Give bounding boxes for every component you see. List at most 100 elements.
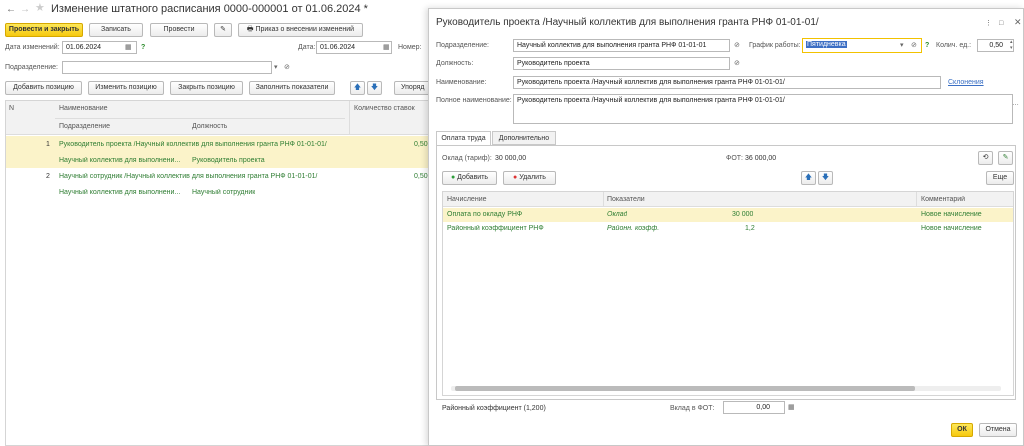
- more-actions-button[interactable]: Еще: [986, 171, 1014, 185]
- edit-button[interactable]: ✎: [998, 151, 1013, 165]
- scrollbar-thumb[interactable]: [455, 386, 915, 391]
- row-qty: 0,50: [414, 173, 428, 180]
- open-link-icon[interactable]: ⊘: [734, 58, 740, 69]
- col-name-header: Наименование: [59, 105, 108, 112]
- fullname-label: Полное наименование:: [436, 97, 512, 104]
- more-icon[interactable]: …: [1012, 98, 1019, 109]
- delete-accrual-button[interactable]: ● Удалить: [503, 171, 556, 185]
- header-divider: [349, 101, 350, 135]
- delete-icon: ●: [513, 174, 518, 181]
- row-position: Руководитель проекта: [192, 157, 265, 164]
- plus-icon: ●: [450, 174, 456, 181]
- more-menu-icon[interactable]: ⋮: [985, 18, 992, 29]
- row-number: 1: [46, 141, 50, 148]
- contribution-field[interactable]: 0,00: [723, 401, 785, 414]
- tab-additional[interactable]: Дополнительно: [492, 131, 556, 145]
- move-down-button[interactable]: 🡇: [818, 171, 833, 185]
- favorite-star-icon[interactable]: ★: [35, 3, 45, 14]
- col-dept-header: Подразделение: [59, 123, 111, 130]
- back-arrow-icon[interactable]: ←: [6, 4, 16, 15]
- maximize-icon[interactable]: □: [999, 18, 1003, 29]
- forward-arrow-icon[interactable]: →: [20, 4, 30, 15]
- accrual-name: Районный коэффициент РНФ: [447, 225, 544, 232]
- qty-field[interactable]: 0,50: [977, 39, 1014, 52]
- declension-link[interactable]: Склонения: [948, 79, 984, 86]
- indicator-name: Районн. коэфф.: [607, 225, 660, 232]
- open-link-icon[interactable]: ⊘: [911, 40, 917, 51]
- arrow-down-icon: 🡇: [370, 84, 379, 91]
- open-link-icon[interactable]: ⊘: [284, 62, 290, 73]
- schedule-value: Пятидневка: [806, 41, 847, 48]
- cancel-button[interactable]: Отмена: [979, 423, 1017, 437]
- col-accrual-header: Начисление: [447, 196, 487, 203]
- fill-indicators-button[interactable]: Заполнить показатели: [249, 81, 335, 95]
- refresh-button[interactable]: ⟲: [978, 151, 993, 165]
- post-and-close-button[interactable]: Провести и закрыть: [5, 23, 83, 37]
- indicator-name: Оклад: [607, 211, 628, 218]
- dropdown-icon[interactable]: ▾: [900, 40, 904, 51]
- date2-field[interactable]: 01.06.2024: [316, 41, 392, 54]
- stepper-icon[interactable]: ▴ ▾: [1010, 39, 1013, 51]
- position-label: Должность:: [436, 60, 474, 67]
- col-qty-header: Количество ставок: [354, 105, 415, 112]
- calendar2-icon[interactable]: ▦: [383, 42, 390, 53]
- schedule-label: График работы:: [749, 42, 801, 49]
- schedule-field[interactable]: Пятидневка: [802, 38, 922, 53]
- ok-button[interactable]: ОК: [951, 423, 973, 437]
- add-accrual-label: Добавить: [457, 174, 489, 181]
- pencil-icon: ✎: [1002, 154, 1009, 161]
- dialog-title: Руководитель проекта /Научный коллектив …: [436, 17, 819, 28]
- fot-label: ФОТ:: [726, 155, 743, 162]
- arrow-down-icon: 🡇: [821, 174, 830, 181]
- open-link-icon[interactable]: ⊘: [734, 40, 740, 51]
- change-position-button[interactable]: Изменить позицию: [88, 81, 164, 95]
- help-icon[interactable]: ?: [925, 40, 929, 51]
- fullname-field[interactable]: Руководитель проекта /Научный коллектив …: [513, 94, 1013, 124]
- page-title: Изменение штатного расписания 0000-00000…: [51, 3, 368, 15]
- horizontal-scrollbar[interactable]: [451, 386, 1001, 391]
- row-name: Руководитель проекта /Научный коллектив …: [59, 141, 327, 148]
- col-divider: [603, 192, 604, 207]
- tab-payment[interactable]: Оплата труда: [436, 131, 491, 145]
- col-n-header: N: [9, 105, 15, 112]
- help-icon[interactable]: ?: [141, 42, 145, 53]
- salary-label: Оклад (тариф):: [442, 155, 492, 162]
- positions-table: N Наименование Количество ставок Подразд…: [5, 100, 429, 446]
- row-position: Научный сотрудник: [192, 189, 256, 196]
- post-button[interactable]: Провести: [150, 23, 208, 37]
- main-window: ← → ★ Изменение штатного расписания 0000…: [0, 0, 434, 446]
- name-label: Наименование:: [436, 79, 487, 86]
- print-order-button[interactable]: 🖶 Приказ о внесении изменений: [238, 23, 363, 37]
- row-qty: 0,50: [414, 141, 428, 148]
- regional-coef-label: Районный коэффициент (1,200): [442, 405, 546, 412]
- refresh-icon: ⟲: [982, 154, 989, 161]
- calendar-icon[interactable]: ▦: [125, 42, 132, 53]
- date2-label: Дата:: [298, 44, 316, 51]
- date-label: Дата изменений:: [5, 44, 60, 51]
- indicator-value: 1,2: [745, 225, 755, 232]
- position-field[interactable]: Руководитель проекта: [513, 57, 730, 70]
- print-order-label: Приказ о внесении изменений: [255, 26, 355, 33]
- close-position-button[interactable]: Закрыть позицию: [170, 81, 243, 95]
- move-down-button[interactable]: 🡇: [367, 81, 382, 95]
- move-up-button[interactable]: 🡅: [801, 171, 816, 185]
- salary-value: 30 000,00: [495, 155, 527, 162]
- row-department: Научный коллектив для выполнени...: [59, 157, 181, 164]
- name-field[interactable]: Руководитель проекта /Научный коллектив …: [513, 76, 941, 89]
- add-position-button[interactable]: Добавить позицию: [5, 81, 82, 95]
- calculator-icon[interactable]: ▦: [788, 402, 795, 413]
- add-accrual-button[interactable]: ● Добавить: [442, 171, 497, 185]
- dropdown-icon[interactable]: ▾: [274, 62, 278, 73]
- accrual-comment: Новое начисление: [921, 211, 982, 218]
- close-icon[interactable]: ✕: [1014, 17, 1022, 28]
- dialog-dept-field[interactable]: Научный коллектив для выполнения гранта …: [513, 39, 730, 52]
- accrual-comment: Новое начисление: [921, 225, 982, 232]
- header-divider: [55, 118, 345, 119]
- attach-button[interactable]: ✎: [214, 23, 232, 37]
- move-up-button[interactable]: 🡅: [350, 81, 365, 95]
- position-dialog: Руководитель проекта /Научный коллектив …: [428, 8, 1024, 446]
- save-button[interactable]: Записать: [89, 23, 143, 37]
- department-field[interactable]: [62, 61, 272, 74]
- arrow-up-icon: 🡅: [353, 84, 362, 91]
- row-department: Научный коллектив для выполнени...: [59, 189, 181, 196]
